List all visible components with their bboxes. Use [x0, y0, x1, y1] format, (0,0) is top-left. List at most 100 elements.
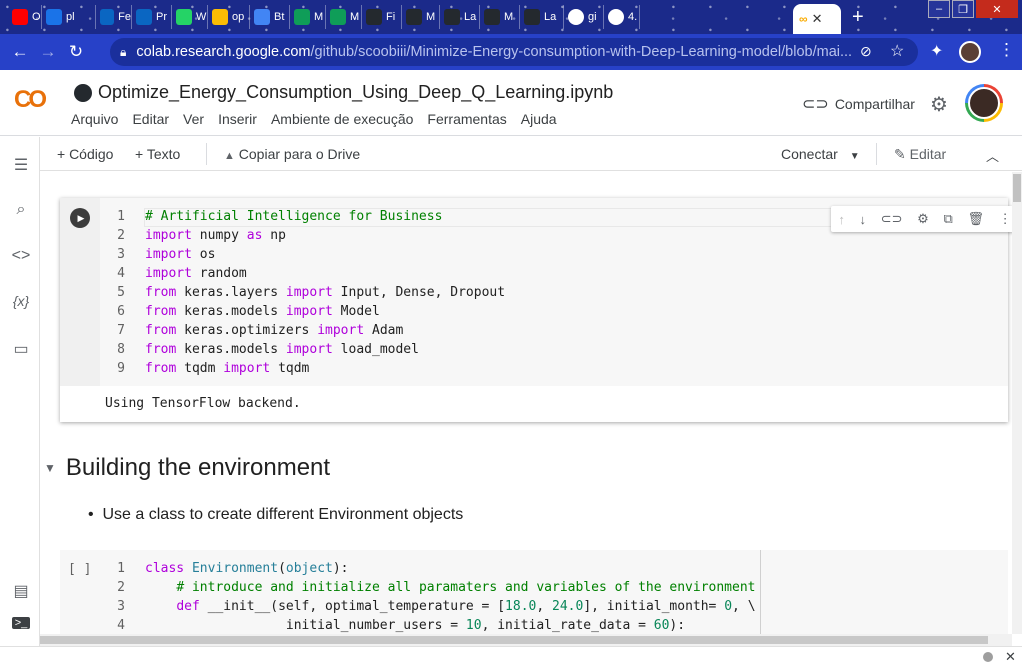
code-token: as — [246, 228, 263, 243]
delete-trash-icon[interactable]: 🗑︎ — [967, 211, 984, 227]
collapse-caret-icon[interactable]: ▼ — [44, 461, 56, 475]
new-tab-button[interactable]: + — [852, 6, 864, 29]
browser-tab[interactable]: pl — [42, 5, 96, 29]
code-token: keras.layers — [176, 285, 286, 300]
menu-bar: Arquivo Editar Ver Inserir Ambiente de execu… — [71, 111, 557, 127]
move-down-icon[interactable]: ↓ — [860, 212, 867, 227]
code-token: import — [285, 304, 333, 319]
vertical-scrollbar[interactable] — [1012, 172, 1022, 634]
move-up-icon[interactable]: ↑ — [838, 212, 845, 227]
browser-tab[interactable]: M — [326, 5, 362, 29]
collapse-header-icon[interactable]: ︿ — [986, 146, 999, 165]
code-token: from — [145, 285, 177, 300]
tab-active-colab[interactable]: ∞ ✕ — [793, 4, 841, 34]
menu-item[interactable]: Ambiente de execução — [271, 111, 413, 127]
search-icon[interactable]: ⌕ — [10, 201, 32, 219]
variables-icon[interactable]: {x} — [10, 293, 32, 309]
notebook-title-text[interactable]: Optimize_Energy_Consumption_Using_Deep_Q… — [98, 82, 613, 103]
code-line: 9 from tqdm import tqdm — [100, 359, 309, 378]
restore-window-icon[interactable]: ❐ — [952, 0, 974, 18]
browser-tab[interactable]: La — [520, 5, 564, 29]
code-editor[interactable]: 1 class Environment(object): 2 # introduce… — [100, 550, 1008, 634]
browser-tab[interactable]: La — [440, 5, 480, 29]
more-vert-icon[interactable]: ⋮ — [999, 211, 1012, 227]
close-tab-icon[interactable]: ✕ — [812, 11, 823, 27]
chevron-down-icon: ▼ — [849, 151, 860, 162]
browser-tab[interactable]: Bt — [250, 5, 290, 29]
add-text-cell-button[interactable]: + Texto — [135, 146, 180, 162]
menu-item[interactable]: Ajuda — [521, 111, 557, 127]
files-folder-icon[interactable]: ▭ — [10, 339, 32, 359]
mirror-cell-icon[interactable]: ⧉ — [943, 211, 952, 227]
scrollbar-thumb[interactable] — [40, 636, 988, 644]
browser-tab[interactable]: Fi — [362, 5, 402, 29]
code-cell[interactable]: [ ] 1 class Environment(object): 2 # intro… — [60, 550, 1008, 634]
code-cell[interactable]: ▶ 1 # Artificial Intelligence for Busines… — [60, 198, 1012, 422]
linkedin-icon — [100, 9, 115, 25]
settings-gear-icon[interactable]: ⚙ — [917, 211, 929, 227]
line-number: 9 — [117, 361, 125, 376]
settings-gear-icon[interactable]: ⚙ — [930, 92, 948, 117]
menu-item[interactable]: Arquivo — [71, 111, 118, 127]
share-button[interactable]: ⊂⊃ Compartilhar — [802, 94, 915, 114]
copy-to-drive-button[interactable]: ▲ Copiar para o Drive — [224, 146, 360, 162]
line-number: 4 — [117, 618, 125, 633]
browser-tab[interactable]: W — [172, 5, 208, 29]
colab-logo[interactable]: CO — [14, 86, 47, 114]
minimize-window-icon[interactable]: – — [928, 0, 950, 18]
run-cell-icon[interactable]: ▶ — [70, 208, 90, 228]
browser-tab[interactable]: Pr — [132, 5, 172, 29]
code-token: 60 — [653, 618, 670, 633]
cloud-icon — [254, 9, 270, 25]
browser-tab[interactable]: gi — [564, 5, 604, 29]
connect-button[interactable]: Conectar ▼ — [781, 146, 860, 162]
account-avatar[interactable] — [965, 84, 1003, 122]
close-window-icon[interactable]: ✕ — [976, 0, 1018, 18]
table-of-contents-icon[interactable]: ☰ — [10, 155, 32, 175]
tab-label: Fe — [118, 11, 131, 23]
line-number: 6 — [117, 304, 125, 319]
link-icon[interactable]: ⊂⊃ — [881, 211, 903, 227]
close-icon[interactable]: ✕ — [1005, 649, 1016, 665]
github-icon — [484, 9, 500, 25]
horizontal-scrollbar[interactable] — [40, 634, 1012, 646]
bookmark-star-icon[interactable]: ☆ — [890, 41, 904, 61]
toolbar-divider — [876, 143, 877, 165]
profile-avatar-icon[interactable] — [959, 41, 981, 63]
browser-tab[interactable]: M — [480, 5, 520, 29]
cell-run-bracket[interactable]: [ ] — [68, 562, 91, 577]
menu-item[interactable]: Ferramentas — [427, 111, 506, 127]
browser-tab[interactable]: M — [402, 5, 440, 29]
browser-menu-icon[interactable]: ⋮ — [998, 40, 1015, 60]
add-code-cell-button[interactable]: + Código — [57, 146, 113, 162]
command-palette-icon[interactable]: ▤ — [10, 581, 32, 601]
tab-label: La — [544, 11, 557, 23]
extensions-puzzle-icon[interactable]: ✦ — [930, 41, 943, 61]
code-token: import — [145, 228, 192, 243]
code-token: from — [145, 304, 177, 319]
code-line: 5 from keras.layers import Input, Dense, … — [100, 283, 505, 302]
eye-off-icon[interactable]: ⊘ — [860, 43, 872, 60]
scrollbar-thumb[interactable] — [1013, 174, 1021, 202]
browser-tab-strip: Opl Fe Pr Wop Bt M M Fi M La M La gi 4. ∞ ✕ + – ❐ ✕ — [0, 0, 1022, 34]
line-number: 7 — [117, 323, 125, 338]
edit-button[interactable]: ✎ Editar — [894, 146, 946, 163]
code-snippets-icon[interactable]: <> — [10, 247, 32, 265]
code-token: ): — [332, 561, 349, 576]
back-arrow-icon[interactable]: ← — [6, 38, 34, 66]
forward-arrow-icon[interactable]: → — [34, 38, 62, 66]
menu-item[interactable]: Editar — [132, 111, 169, 127]
menu-item[interactable]: Inserir — [218, 111, 257, 127]
browser-tab[interactable]: M — [290, 5, 326, 29]
browser-tab[interactable]: O — [8, 5, 42, 29]
menu-item[interactable]: Ver — [183, 111, 204, 127]
browser-tab[interactable]: op — [208, 5, 250, 29]
code-token: os — [191, 247, 216, 262]
reload-icon[interactable]: ↻ — [62, 38, 90, 66]
browser-tab[interactable]: Fe — [96, 5, 132, 29]
code-line: 7 from keras.optimizers import Adam — [100, 321, 403, 340]
terminal-icon[interactable]: >_ — [12, 617, 30, 629]
browser-tab[interactable]: 4. — [604, 5, 640, 29]
address-bar[interactable]: 🔒︎ colab.research.google.com/github/scoo… — [110, 38, 918, 66]
